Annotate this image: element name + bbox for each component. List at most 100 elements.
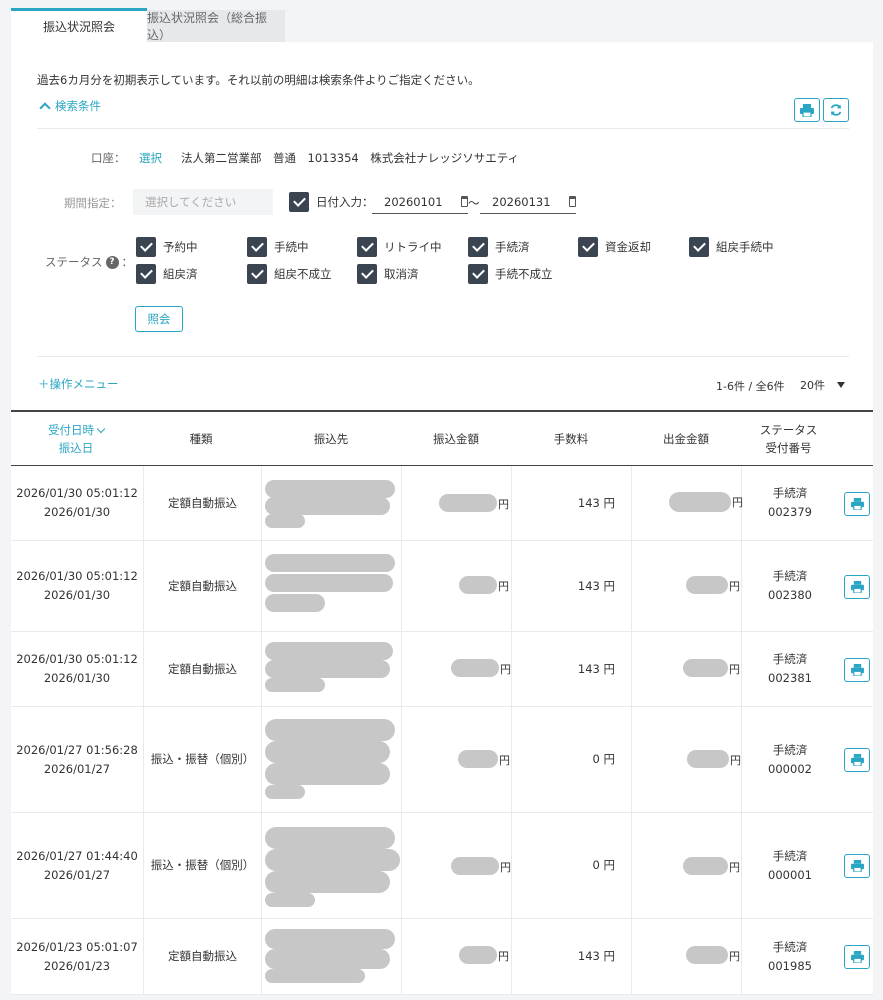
type-cell: 定額自動振込 [143, 541, 261, 631]
status-checkbox[interactable]: 組戻不成立 [247, 264, 332, 284]
checkbox-checked[interactable] [136, 237, 156, 257]
redacted-payee [265, 893, 315, 907]
checkbox-checked[interactable] [689, 237, 709, 257]
status-label-text: ステータス [45, 255, 103, 269]
status-label: ステータス ? ： [45, 255, 133, 269]
status-option-label: 取消済 [384, 267, 419, 281]
transfer-type: 振込・振替（個別） [150, 752, 255, 766]
per-page-value: 20件 [800, 379, 825, 392]
refresh-button[interactable] [823, 98, 849, 122]
calendar-icon[interactable] [568, 196, 576, 207]
checkbox-checked[interactable] [468, 237, 488, 257]
row-print-button[interactable] [844, 945, 870, 969]
redacted-amount [451, 857, 499, 875]
receipt-number: 002380 [768, 588, 812, 602]
received-cell: 2026/01/30 05:01:12 2026/01/30 [11, 466, 143, 540]
checkbox-checked[interactable] [247, 264, 267, 284]
status-checkbox[interactable]: 手続済 [468, 237, 530, 257]
redacted-payee [265, 949, 390, 969]
row-print-button[interactable] [844, 492, 870, 516]
redacted-payee [265, 497, 390, 515]
fee-cell: 0 円 [511, 707, 631, 812]
search-conditions-toggle[interactable]: 検索条件 [39, 98, 101, 114]
status-checkbox[interactable]: 資金返却 [578, 237, 651, 257]
checkbox-checked[interactable] [247, 237, 267, 257]
table-row: 2026/01/27 01:56:28 2026/01/27 振込・振替（個別）… [11, 707, 873, 813]
redacted-payee [265, 741, 390, 763]
row-print-button[interactable] [844, 658, 870, 682]
yen-unit: 円 [732, 496, 743, 509]
status-option-label: 手続中 [274, 240, 309, 254]
date-to-field[interactable]: 20260131 [480, 190, 576, 214]
received-datetime: 2026/01/27 01:56:28 [16, 742, 138, 757]
status-checkbox[interactable]: 手続不成立 [468, 264, 553, 284]
table-row: 2026/01/23 05:01:07 2026/01/23 定額自動振込 14… [11, 919, 873, 995]
checkbox-checked[interactable] [468, 264, 488, 284]
row-print-button[interactable] [844, 748, 870, 772]
help-icon[interactable]: ? [105, 255, 119, 269]
status-checkbox[interactable]: 手続中 [247, 237, 309, 257]
sort-received-header[interactable]: 受付日時 振込日 [11, 412, 141, 466]
calendar-icon[interactable] [460, 196, 468, 207]
header-withdrawal: 出金金額 [663, 432, 709, 446]
search-conditions-label: 検索条件 [55, 99, 101, 113]
table-row: 2026/01/30 05:01:12 2026/01/30 定額自動振込 14… [11, 541, 873, 632]
transfer-date: 2026/01/27 [43, 761, 111, 776]
date-from-value: 20260101 [384, 194, 443, 209]
table-body: 2026/01/30 05:01:12 2026/01/30 定額自動振込 14… [11, 466, 873, 995]
status-checkbox[interactable]: リトライ中 [357, 237, 442, 257]
status-value: 手続済 [772, 569, 808, 583]
printer-icon [850, 664, 864, 676]
receipt-number: 000001 [768, 867, 812, 882]
redacted-payee [265, 678, 325, 692]
status-checkbox[interactable]: 取消済 [357, 264, 419, 284]
type-cell: 定額自動振込 [143, 919, 261, 994]
type-cell: 定額自動振込 [143, 466, 261, 540]
query-button[interactable]: 照会 [135, 306, 183, 332]
redacted-withdrawal [687, 750, 729, 768]
date-to-value: 20260131 [492, 194, 551, 209]
search-panel: 過去6カ月分を初期表示しています。それ以前の明細は検索条件よりご指定ください。 … [11, 42, 873, 412]
header-transfer-date: 振込日 [58, 441, 94, 455]
status-checkbox[interactable]: 予約中 [136, 237, 198, 257]
status-checkbox[interactable]: 組戻手続中 [689, 237, 774, 257]
row-print-button[interactable] [844, 854, 870, 878]
results-table: 受付日時 振込日 種類 振込先 振込金額 手数料 出金金額 ステータス 受付番号… [11, 410, 873, 995]
checkbox-checked[interactable] [136, 264, 156, 284]
received-cell: 2026/01/27 01:44:40 2026/01/27 [11, 813, 143, 918]
tab-transfer-status[interactable]: 振込状況照会 [11, 8, 147, 42]
status-cell: 手続済 002380 [741, 541, 838, 631]
yen-unit: 円 [729, 861, 740, 874]
transfer-type: 定額自動振込 [168, 661, 237, 676]
redacted-payee [265, 763, 390, 785]
status-value: 手続済 [772, 939, 808, 954]
transfer-type: 振込・振替（個別） [150, 858, 255, 872]
status-option-label: 組戻手続中 [716, 240, 774, 254]
checkbox-checked[interactable] [289, 192, 309, 212]
transfer-date: 2026/01/27 [43, 867, 111, 882]
checkbox-checked[interactable] [357, 237, 377, 257]
per-page-select[interactable]: 20件 [788, 374, 848, 396]
receipt-number: 001985 [768, 958, 812, 973]
fee-cell: 143 円 [511, 541, 631, 631]
period-select[interactable]: 選択してください [133, 189, 273, 215]
fee-cell: 143 円 [511, 919, 631, 994]
status-checkbox[interactable]: 組戻済 [136, 264, 198, 284]
date-from-field[interactable]: 20260101 [372, 190, 468, 214]
status-option-label: 手続不成立 [495, 267, 553, 281]
fee-value: 143 円 [577, 578, 615, 593]
transfer-type: 定額自動振込 [168, 578, 237, 593]
checkbox-checked[interactable] [578, 237, 598, 257]
tab-transfer-status-bulk[interactable]: 振込状況照会（総合振込） [147, 10, 285, 42]
transfer-date: 2026/01/30 [43, 588, 111, 602]
result-count: 1-6件 / 全6件 [716, 380, 785, 393]
print-button[interactable] [794, 98, 820, 122]
operation-menu-link[interactable]: ＋操作メニュー [38, 376, 119, 392]
date-input-checkbox[interactable]: 日付入力： [289, 192, 374, 212]
fee-cell: 143 円 [511, 466, 631, 540]
yen-unit: 円 [498, 580, 509, 593]
status-option-label: 予約中 [163, 240, 198, 254]
account-select-link[interactable]: 選択 [139, 150, 162, 166]
checkbox-checked[interactable] [357, 264, 377, 284]
row-print-button[interactable] [844, 575, 870, 599]
